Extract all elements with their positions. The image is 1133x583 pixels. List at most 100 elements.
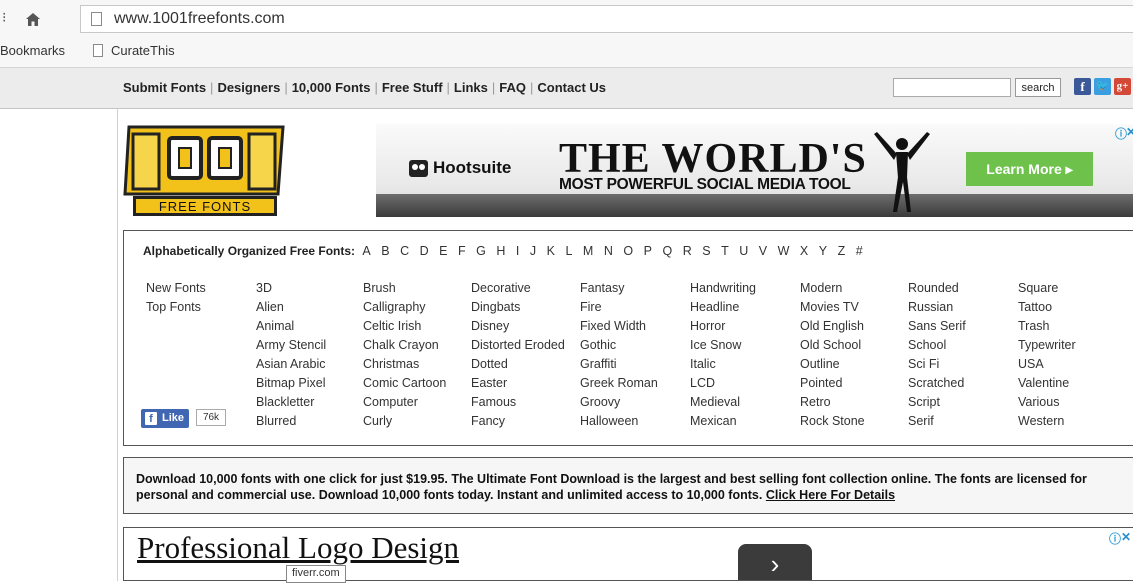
category-link[interactable]: Blackletter: [256, 393, 326, 412]
category-link[interactable]: Christmas: [363, 355, 446, 374]
alphabet-letter[interactable]: W: [778, 244, 790, 258]
ad-close-icon[interactable]: ✕: [1126, 125, 1133, 139]
alphabet-letter[interactable]: X: [800, 244, 808, 258]
category-link[interactable]: Fixed Width: [580, 317, 658, 336]
category-link[interactable]: LCD: [690, 374, 756, 393]
category-link[interactable]: Dingbats: [471, 298, 565, 317]
learn-more-button[interactable]: Learn More ▸: [966, 152, 1093, 186]
category-link[interactable]: 3D: [256, 279, 326, 298]
site-logo[interactable]: FREE FONTS: [123, 124, 285, 217]
category-link[interactable]: New Fonts: [146, 279, 206, 298]
category-link[interactable]: Greek Roman: [580, 374, 658, 393]
alphabet-letter[interactable]: R: [683, 244, 692, 258]
nav-links-page[interactable]: Links: [454, 80, 488, 95]
category-link[interactable]: Sans Serif: [908, 317, 966, 336]
category-link[interactable]: Blurred: [256, 412, 326, 431]
alphabet-letter[interactable]: Q: [662, 244, 672, 258]
category-link[interactable]: Medieval: [690, 393, 756, 412]
alphabet-letter[interactable]: J: [530, 244, 536, 258]
nav-10000-fonts[interactable]: 10,000 Fonts: [292, 80, 371, 95]
bookmarks-folder[interactable]: Bookmarks: [0, 43, 65, 58]
alphabet-letter[interactable]: S: [702, 244, 710, 258]
nav-designers[interactable]: Designers: [217, 80, 280, 95]
category-link[interactable]: Sci Fi: [908, 355, 966, 374]
category-link[interactable]: Curly: [363, 412, 446, 431]
alphabet-letter[interactable]: V: [759, 244, 767, 258]
nav-contact-us[interactable]: Contact Us: [537, 80, 606, 95]
category-link[interactable]: Handwriting: [690, 279, 756, 298]
menu-icon[interactable]: ⁝: [2, 9, 6, 26]
category-link[interactable]: Groovy: [580, 393, 658, 412]
category-link[interactable]: Graffiti: [580, 355, 658, 374]
category-link[interactable]: Mexican: [690, 412, 756, 431]
category-link[interactable]: Fancy: [471, 412, 565, 431]
alphabet-letter[interactable]: D: [420, 244, 429, 258]
category-link[interactable]: Disney: [471, 317, 565, 336]
category-link[interactable]: Gothic: [580, 336, 658, 355]
ad2-close-icon[interactable]: ✕: [1121, 530, 1131, 544]
category-link[interactable]: Ice Snow: [690, 336, 756, 355]
alphabet-letter[interactable]: F: [458, 244, 466, 258]
category-link[interactable]: Celtic Irish: [363, 317, 446, 336]
category-link[interactable]: Dotted: [471, 355, 565, 374]
alphabet-letter[interactable]: I: [516, 244, 519, 258]
next-arrow-button[interactable]: ›: [738, 544, 812, 580]
category-link[interactable]: Movies TV: [800, 298, 865, 317]
category-link[interactable]: Italic: [690, 355, 756, 374]
category-link[interactable]: Famous: [471, 393, 565, 412]
category-link[interactable]: Computer: [363, 393, 446, 412]
category-link[interactable]: Modern: [800, 279, 865, 298]
category-link[interactable]: Calligraphy: [363, 298, 446, 317]
category-link[interactable]: Rounded: [908, 279, 966, 298]
category-link[interactable]: Trash: [1018, 317, 1076, 336]
category-link[interactable]: Scratched: [908, 374, 966, 393]
category-link[interactable]: Typewriter: [1018, 336, 1076, 355]
url-text[interactable]: www.1001freefonts.com: [114, 10, 285, 28]
alphabet-letter[interactable]: A: [362, 244, 370, 258]
alphabet-letter[interactable]: G: [476, 244, 486, 258]
category-link[interactable]: Rock Stone: [800, 412, 865, 431]
category-link[interactable]: Pointed: [800, 374, 865, 393]
alphabet-letter[interactable]: C: [400, 244, 409, 258]
category-link[interactable]: Old School: [800, 336, 865, 355]
category-link[interactable]: Easter: [471, 374, 565, 393]
alphabet-letter[interactable]: Z: [838, 244, 846, 258]
category-link[interactable]: Army Stencil: [256, 336, 326, 355]
category-link[interactable]: Decorative: [471, 279, 565, 298]
category-link[interactable]: Retro: [800, 393, 865, 412]
category-link[interactable]: Fantasy: [580, 279, 658, 298]
alphabet-letter[interactable]: M: [583, 244, 593, 258]
category-link[interactable]: Outline: [800, 355, 865, 374]
category-link[interactable]: School: [908, 336, 966, 355]
alphabet-letter[interactable]: #: [856, 244, 863, 258]
alphabet-letter[interactable]: Y: [819, 244, 827, 258]
category-link[interactable]: Tattoo: [1018, 298, 1076, 317]
alphabet-letter[interactable]: K: [547, 244, 555, 258]
hootsuite-ad[interactable]: Hootsuite THE WORLD'S MOST POWERFUL SOCI…: [376, 124, 1133, 217]
alphabet-letter[interactable]: N: [604, 244, 613, 258]
promo-details-link[interactable]: Click Here For Details: [766, 488, 895, 502]
bookmark-curatethis[interactable]: CurateThis: [111, 43, 175, 58]
category-link[interactable]: Halloween: [580, 412, 658, 431]
twitter-icon[interactable]: 🐦: [1094, 78, 1111, 95]
category-link[interactable]: Headline: [690, 298, 756, 317]
nav-free-stuff[interactable]: Free Stuff: [382, 80, 443, 95]
category-link[interactable]: Various: [1018, 393, 1076, 412]
category-link[interactable]: Valentine: [1018, 374, 1076, 393]
address-bar[interactable]: www.1001freefonts.com: [80, 5, 1133, 33]
category-link[interactable]: Comic Cartoon: [363, 374, 446, 393]
alphabet-letter[interactable]: T: [721, 244, 729, 258]
category-link[interactable]: Asian Arabic: [256, 355, 326, 374]
facebook-like-button[interactable]: f Like: [141, 409, 189, 428]
category-link[interactable]: Chalk Crayon: [363, 336, 446, 355]
category-link[interactable]: Distorted Eroded: [471, 336, 565, 355]
alphabet-letter[interactable]: H: [496, 244, 505, 258]
search-button[interactable]: search: [1015, 78, 1061, 97]
alphabet-letter[interactable]: U: [739, 244, 748, 258]
category-link[interactable]: Alien: [256, 298, 326, 317]
logo-design-ad[interactable]: Professional Logo Design › ⓘ ✕: [123, 527, 1133, 581]
search-input[interactable]: [893, 78, 1011, 97]
category-link[interactable]: Fire: [580, 298, 658, 317]
category-link[interactable]: Bitmap Pixel: [256, 374, 326, 393]
category-link[interactable]: Russian: [908, 298, 966, 317]
